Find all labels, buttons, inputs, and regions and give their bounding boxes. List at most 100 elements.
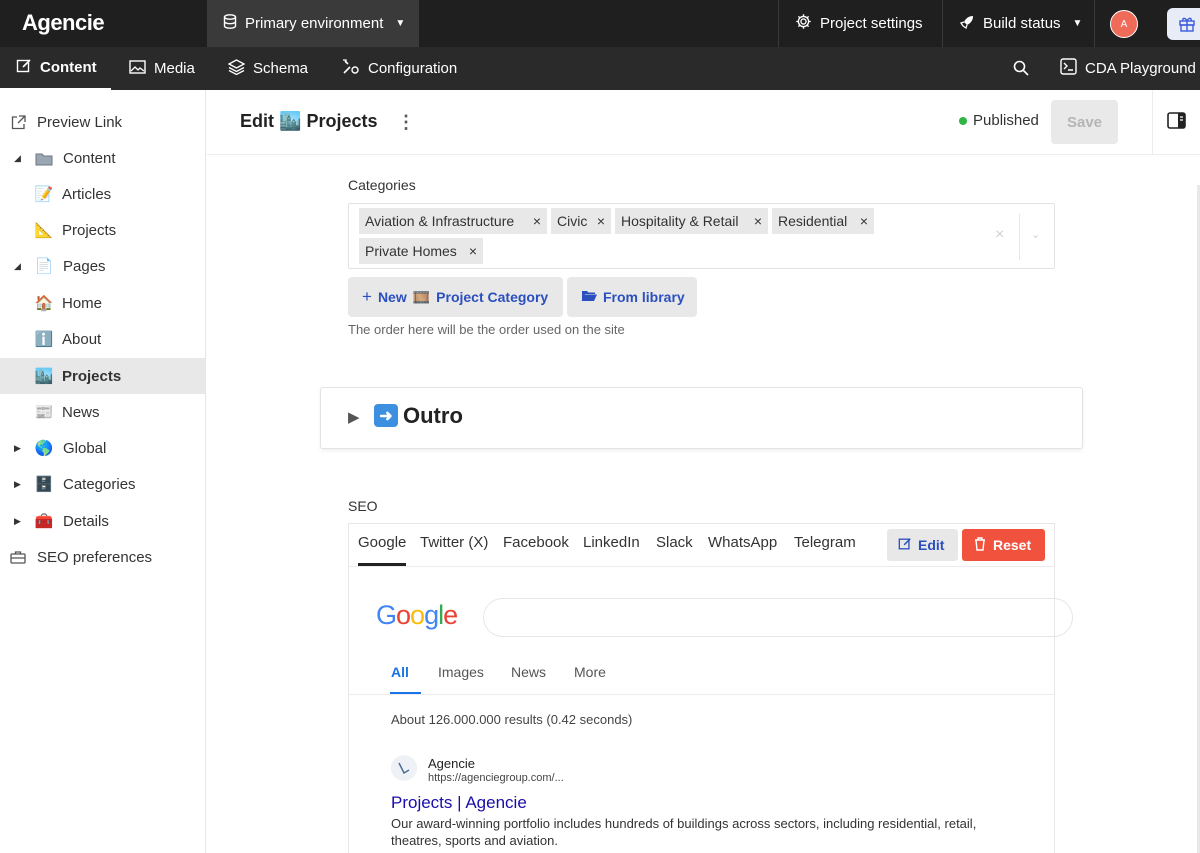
sidebar-item-home[interactable]: 🏠 Home xyxy=(0,285,205,321)
tab-linkedin[interactable]: LinkedIn xyxy=(583,534,640,551)
project-settings-label: Project settings xyxy=(820,15,923,32)
config-icon xyxy=(342,58,360,79)
tab-content-label: Content xyxy=(40,59,97,76)
gear-icon xyxy=(795,13,812,34)
sidebar-item-global[interactable]: ▶ 🌎 Global xyxy=(0,430,205,466)
tab-content[interactable]: Content xyxy=(0,47,111,90)
film-emoji-icon: 🎞️ xyxy=(412,288,431,305)
build-status-button[interactable]: Build status ▼ xyxy=(942,0,1094,47)
divider xyxy=(349,566,1054,567)
divider xyxy=(349,694,1054,695)
google-logo-letter: e xyxy=(443,600,458,630)
seo-edit-button[interactable]: Edit xyxy=(887,529,958,561)
divider xyxy=(1019,214,1020,260)
google-tab-news[interactable]: News xyxy=(511,664,546,680)
status-dot xyxy=(959,116,967,125)
tab-facebook[interactable]: Facebook xyxy=(503,534,569,551)
remove-icon[interactable]: × xyxy=(597,213,605,229)
google-search-input[interactable] xyxy=(483,598,1073,637)
sidebar-item-label: About xyxy=(62,330,102,348)
sidebar-item-projects-page[interactable]: 🏙️ Projects xyxy=(0,358,205,394)
tab-configuration-label: Configuration xyxy=(368,60,458,77)
sidebar-item-preview-link[interactable]: Preview Link xyxy=(0,104,205,140)
app-logo[interactable]: Agencie xyxy=(22,10,105,36)
tab-telegram[interactable]: Telegram xyxy=(794,534,856,551)
category-chip: Hospitality & Retail × xyxy=(615,208,768,234)
tab-whatsapp[interactable]: WhatsApp xyxy=(708,534,777,551)
caret-right-icon: ▶ xyxy=(14,478,21,489)
new-button-suffix: Project Category xyxy=(436,289,549,305)
tab-twitter[interactable]: Twitter (X) xyxy=(420,534,488,551)
sidebar-item-label: Content xyxy=(63,149,116,167)
google-logo-letter: g xyxy=(424,600,439,630)
sidebar-item-label: Preview Link xyxy=(37,113,123,131)
result-title[interactable]: Projects | Agencie xyxy=(391,793,527,813)
sidebar-item-news[interactable]: 📰 News xyxy=(0,394,205,430)
tab-schema[interactable]: Schema xyxy=(227,47,308,90)
avatar[interactable]: A xyxy=(1110,10,1138,38)
site-name: Agencie xyxy=(428,756,475,771)
more-options-icon[interactable]: ⋮ xyxy=(397,112,415,133)
clear-icon[interactable]: × xyxy=(995,226,1004,244)
google-logo-letter: o xyxy=(396,600,411,630)
save-button[interactable]: Save xyxy=(1051,100,1118,144)
sidebar-item-pages[interactable]: ◢ 📄 Pages xyxy=(0,248,205,284)
site-url: https://agenciegroup.com/... xyxy=(428,772,564,784)
sidebar-item-categories[interactable]: ▶ 🗄️ Categories xyxy=(0,466,205,502)
google-logo: Google xyxy=(376,600,458,631)
category-chip: Residential × xyxy=(772,208,874,234)
database-icon xyxy=(223,14,237,33)
cabinet-emoji-icon: 🗄️ xyxy=(34,476,54,493)
remove-icon[interactable]: × xyxy=(860,213,868,229)
tab-media[interactable]: Media xyxy=(129,47,195,90)
sidebar-item-label: News xyxy=(62,403,100,421)
status-label: Published xyxy=(973,112,1039,129)
project-settings-button[interactable]: Project settings xyxy=(778,0,942,47)
cda-playground-button[interactable]: CDA Playground xyxy=(1060,47,1196,90)
image-icon xyxy=(129,59,146,78)
status-badge: Published xyxy=(959,112,1039,129)
google-tab-images[interactable]: Images xyxy=(438,664,484,680)
seo-reset-label: Reset xyxy=(993,537,1032,553)
sidebar-item-details[interactable]: ▶ 🧰 Details xyxy=(0,503,205,539)
remove-icon[interactable]: × xyxy=(469,243,477,259)
environment-label: Primary environment xyxy=(245,15,384,32)
sidebar-item-projects-folder[interactable]: 📐 Projects xyxy=(0,212,205,248)
chevron-down-icon[interactable]: ⌄ xyxy=(1031,228,1040,241)
sidebar-panel-toggle[interactable] xyxy=(1152,90,1200,155)
chip-label: Civic xyxy=(557,213,588,229)
gift-icon[interactable] xyxy=(1167,8,1200,40)
chip-label: Hospitality & Retail xyxy=(621,213,739,229)
record-title: Projects xyxy=(306,111,378,131)
sidebar-item-seo-preferences[interactable]: SEO preferences xyxy=(0,539,205,575)
tab-configuration[interactable]: Configuration xyxy=(342,47,457,90)
from-library-button[interactable]: From library xyxy=(567,277,697,317)
sidebar-item-about[interactable]: ℹ️ About xyxy=(0,321,205,357)
sidebar-item-content[interactable]: ◢ Content xyxy=(0,140,205,176)
google-tab-all[interactable]: All xyxy=(390,664,421,695)
build-status-label: Build status xyxy=(983,15,1061,32)
outro-section[interactable]: ▶ ➜ Outro xyxy=(320,387,1083,449)
tab-media-label: Media xyxy=(154,60,195,77)
search-icon[interactable] xyxy=(1013,60,1029,80)
site-favicon xyxy=(391,755,417,781)
sidebar-item-label: Home xyxy=(62,294,103,312)
remove-icon[interactable]: × xyxy=(754,213,762,229)
page-title: Edit 🏙️ Projects xyxy=(240,111,378,132)
rocket-icon xyxy=(959,14,975,34)
caret-down-icon: ◢ xyxy=(14,260,21,271)
remove-icon[interactable]: × xyxy=(533,213,541,229)
tab-slack[interactable]: Slack xyxy=(656,534,693,551)
categories-field[interactable]: Aviation & Infrastructure × Civic × Hospit… xyxy=(348,203,1055,269)
sidebar-item-articles[interactable]: 📝 Articles xyxy=(0,176,205,212)
google-tab-more[interactable]: More xyxy=(574,664,606,680)
environment-selector[interactable]: Primary environment ▼ xyxy=(207,0,419,47)
record-header: Edit 🏙️ Projects ⋮ Published Save xyxy=(207,90,1200,155)
tab-google[interactable]: Google xyxy=(358,534,407,566)
new-project-category-button[interactable]: + New 🎞️ Project Category xyxy=(348,277,563,317)
google-logo-letter: G xyxy=(376,600,397,630)
external-link-icon xyxy=(9,113,27,131)
seo-reset-button[interactable]: Reset xyxy=(962,529,1045,561)
cityscape-emoji-icon: 🏙️ xyxy=(34,368,54,385)
chip-label: Residential xyxy=(778,213,848,229)
